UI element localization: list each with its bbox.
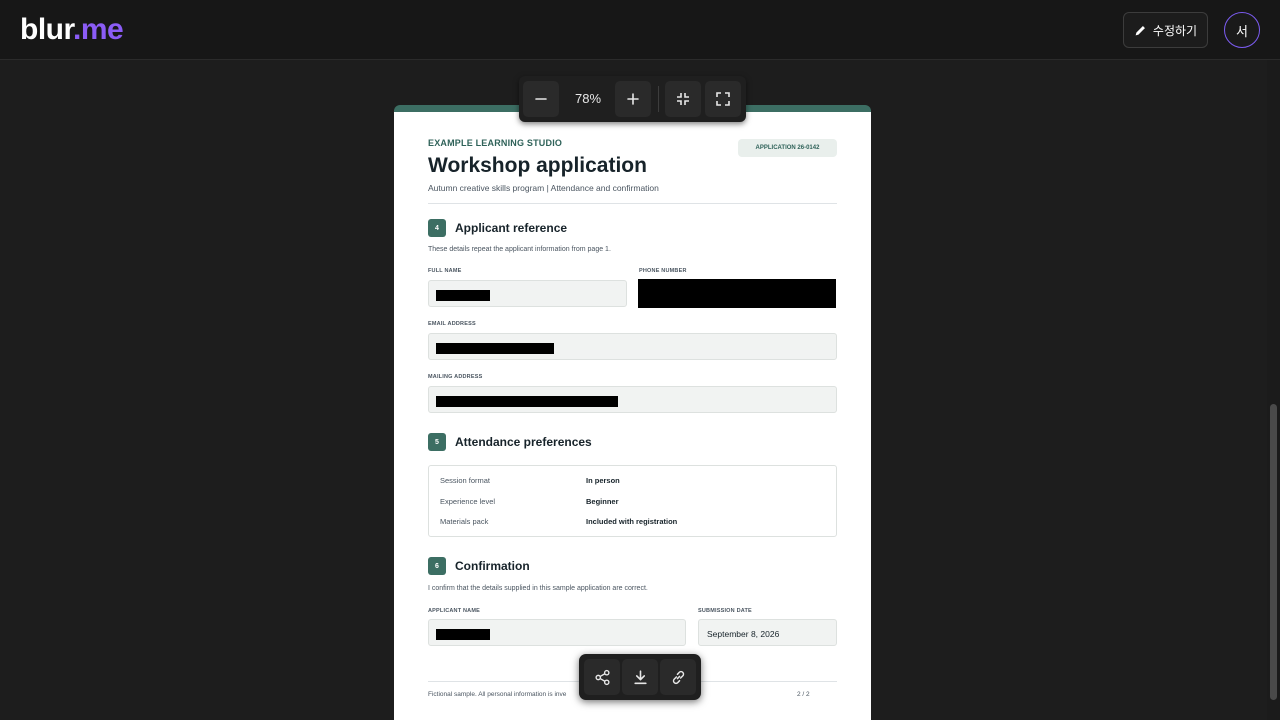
mailing-address-field <box>428 386 837 413</box>
copy-link-button[interactable] <box>660 659 696 695</box>
minus-icon <box>535 98 547 100</box>
mailing-address-label: MAILING ADDRESS <box>428 374 483 380</box>
table-row: Session format In person <box>440 476 620 485</box>
redaction-bar <box>436 396 618 407</box>
zoom-level: 78% <box>574 91 602 106</box>
full-name-label: FULL NAME <box>428 268 462 274</box>
section-header-applicant-reference: 4 Applicant reference <box>428 219 837 237</box>
section-title: Applicant reference <box>455 221 568 235</box>
submission-date-label: SUBMISSION DATE <box>698 608 752 614</box>
document-page: EXAMPLE LEARNING STUDIO APPLICATION 26-0… <box>394 105 871 720</box>
section-number: 5 <box>428 433 446 451</box>
redaction-bar <box>436 629 490 640</box>
collapse-icon <box>677 93 689 105</box>
edit-button[interactable]: 수정하기 <box>1123 12 1208 48</box>
avatar[interactable]: 서 <box>1224 12 1260 48</box>
pref-value: Included with registration <box>586 517 678 526</box>
link-icon <box>672 670 684 684</box>
expand-icon <box>716 92 730 106</box>
logo-text-main: blur <box>20 13 74 46</box>
redaction-bar <box>436 343 554 354</box>
page-number: 2 / 2 <box>797 691 810 698</box>
top-bar: blur.me 수정하기 서 <box>0 0 1280 60</box>
document-subtitle: Autumn creative skills program | Attenda… <box>428 183 659 193</box>
zoom-out-button[interactable] <box>523 81 559 117</box>
confirmation-note: I confirm that the details supplied in t… <box>428 585 648 592</box>
fullscreen-button[interactable] <box>705 81 741 117</box>
section-number: 4 <box>428 219 446 237</box>
section-title: Attendance preferences <box>455 435 592 449</box>
pref-key: Session format <box>440 476 491 485</box>
pencil-icon <box>1135 25 1145 35</box>
plus-icon <box>627 93 639 105</box>
table-row: Materials pack Included with registratio… <box>440 517 677 526</box>
edit-button-label: 수정하기 <box>1152 23 1198 38</box>
zoom-toolbar: 78% <box>519 76 746 122</box>
preferences-table: Session format In person Experience leve… <box>428 465 837 537</box>
share-icon <box>594 669 610 685</box>
zoom-in-button[interactable] <box>615 81 651 117</box>
logo[interactable]: blur.me <box>20 13 124 47</box>
share-button[interactable] <box>584 659 620 695</box>
email-label: EMAIL ADDRESS <box>428 321 476 327</box>
document-title: Workshop application <box>428 154 647 177</box>
section-header-confirmation: 6 Confirmation <box>428 557 837 575</box>
pref-key: Materials pack <box>440 517 489 526</box>
scrollbar-thumb[interactable] <box>1270 404 1277 700</box>
logo-text-accent: .me <box>73 13 124 46</box>
section-header-attendance-preferences: 5 Attendance preferences <box>428 433 837 451</box>
fit-page-button[interactable] <box>665 81 701 117</box>
section-number: 6 <box>428 557 446 575</box>
applicant-name-field <box>428 619 686 646</box>
phone-redaction-bar <box>638 279 836 308</box>
submission-date-field: September 8, 2026 <box>698 619 837 646</box>
download-icon <box>633 669 647 684</box>
pref-key: Experience level <box>440 497 496 506</box>
full-name-field <box>428 280 627 307</box>
toolbar-separator <box>658 86 659 112</box>
section-note: These details repeat the applicant infor… <box>428 246 611 253</box>
phone-label: PHONE NUMBER <box>639 268 687 274</box>
email-field <box>428 333 837 360</box>
action-toolbar <box>579 654 701 700</box>
applicant-name-label: APPLICANT NAME <box>428 608 480 614</box>
table-row: Experience level Beginner <box>440 497 619 506</box>
submission-date-value: September 8, 2026 <box>707 629 780 639</box>
download-button[interactable] <box>622 659 658 695</box>
section-title: Confirmation <box>455 559 530 573</box>
redaction-bar <box>436 290 490 301</box>
pref-value: In person <box>586 476 620 485</box>
pref-value: Beginner <box>586 497 619 506</box>
divider <box>428 203 837 204</box>
